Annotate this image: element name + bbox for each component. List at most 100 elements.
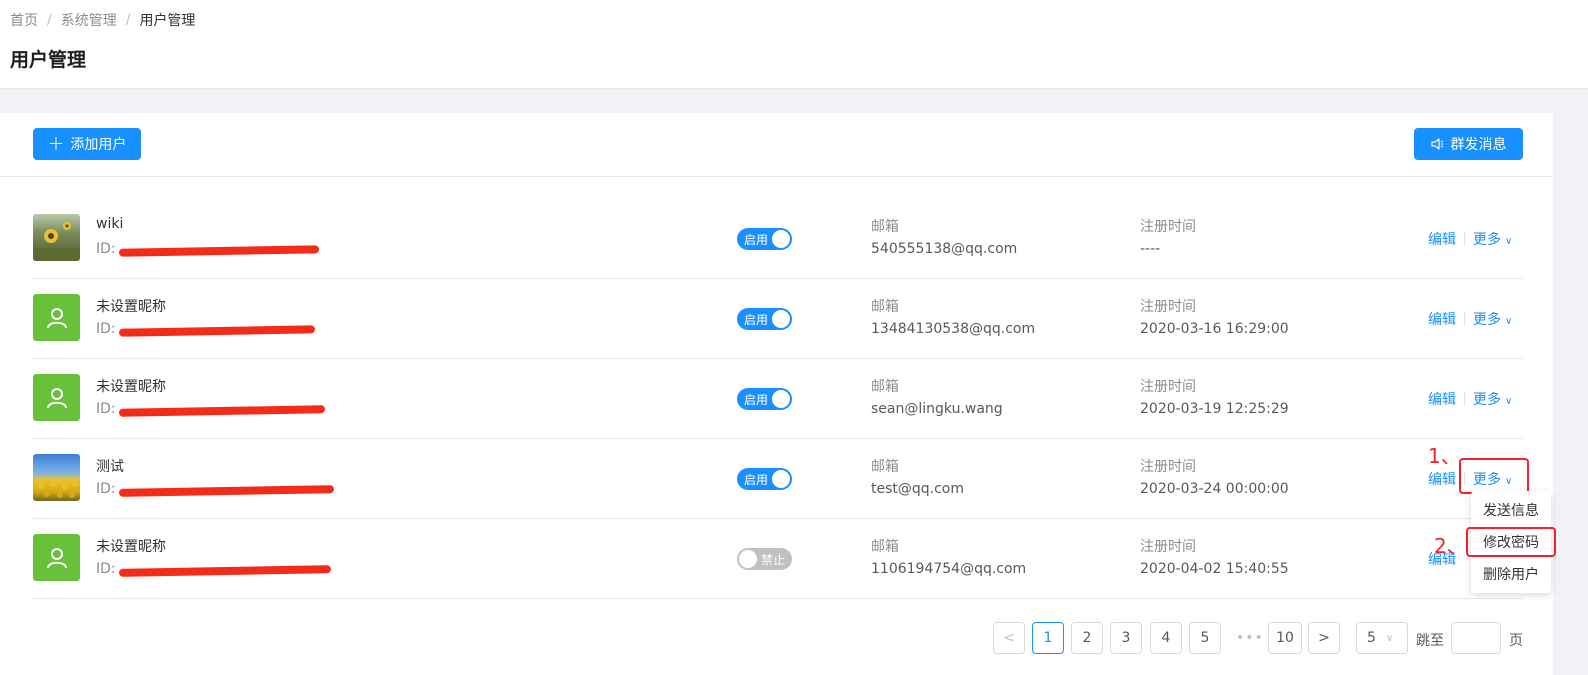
toggle-knob xyxy=(772,470,790,488)
breadcrumb-current: 用户管理 xyxy=(139,13,196,29)
email-value: 13484130538@qq.com xyxy=(871,321,1036,337)
more-link[interactable]: 更多 ∨ xyxy=(1473,309,1512,329)
menu-item-delete-user[interactable]: 删除用户 xyxy=(1471,559,1551,591)
user-name: 未设置昵称 xyxy=(96,379,166,395)
register-time-value: ---- xyxy=(1140,241,1161,257)
register-time-value: 2020-03-24 00:00:00 xyxy=(1140,481,1289,497)
status-text: 禁止 xyxy=(760,553,785,567)
annotation-highlight-change-password xyxy=(1466,527,1556,557)
chevron-down-icon: ∨ xyxy=(1505,396,1513,407)
register-time-label: 注册时间 xyxy=(1140,539,1196,555)
page-button[interactable]: 1 xyxy=(1032,622,1064,654)
add-user-button[interactable]: + 添加用户 xyxy=(33,128,141,160)
status-toggle[interactable]: 启用 xyxy=(737,388,792,410)
page-button[interactable]: 2 xyxy=(1071,622,1103,654)
pagination-ellipsis[interactable]: ••• xyxy=(1236,630,1264,646)
page-suffix-label: 页 xyxy=(1509,633,1523,649)
email-value: sean@lingku.wang xyxy=(871,401,1003,417)
row-actions: 编辑 更多 ∨ xyxy=(1428,389,1512,409)
sunflower-photo-icon xyxy=(33,222,80,261)
edit-link[interactable]: 编辑 xyxy=(1428,389,1456,409)
user-row: 未设置昵称 ID: 启用 邮箱 sean@lingku.wang 注册时间 20… xyxy=(33,359,1523,439)
prev-page-button[interactable]: < xyxy=(993,622,1025,654)
page-size-value: 5 xyxy=(1367,630,1376,646)
edit-link[interactable]: 编辑 xyxy=(1428,229,1456,249)
user-name: 未设置昵称 xyxy=(96,299,166,315)
user-name: 测试 xyxy=(96,459,124,475)
user-name: wiki xyxy=(96,216,124,232)
more-link[interactable]: 更多 ∨ xyxy=(1473,389,1512,409)
plus-icon: + xyxy=(47,131,65,155)
email-value: 1106194754@qq.com xyxy=(871,561,1027,577)
avatar xyxy=(33,214,80,261)
user-name: 未设置昵称 xyxy=(96,539,166,555)
jump-label: 跳至 xyxy=(1416,633,1444,649)
redaction-mark xyxy=(118,565,332,577)
toggle-knob xyxy=(772,310,790,328)
email-label: 邮箱 xyxy=(871,299,899,315)
user-icon xyxy=(46,307,67,328)
next-page-button[interactable]: > xyxy=(1308,622,1340,654)
page-size-select[interactable]: 5 ∨ xyxy=(1356,622,1408,654)
broadcast-button[interactable]: 群发消息 xyxy=(1414,128,1523,160)
user-icon xyxy=(46,547,67,568)
user-list: wiki ID: 启用 邮箱 540555138@qq.com 注册时间 ---… xyxy=(33,199,1523,599)
email-value: 540555138@qq.com xyxy=(871,241,1018,257)
redaction-mark xyxy=(118,325,316,337)
more-label: 更多 xyxy=(1473,392,1501,408)
page-button[interactable]: 3 xyxy=(1110,622,1142,654)
user-id: ID: xyxy=(96,321,116,337)
redaction-mark xyxy=(118,405,326,417)
jump-page-input[interactable] xyxy=(1451,622,1501,654)
edit-link[interactable]: 编辑 xyxy=(1428,469,1456,489)
user-row: wiki ID: 启用 邮箱 540555138@qq.com 注册时间 ---… xyxy=(33,199,1523,279)
user-row: 未设置昵称 ID: 启用 邮箱 13484130538@qq.com 注册时间 … xyxy=(33,279,1523,359)
status-text: 启用 xyxy=(744,313,769,327)
status-toggle[interactable]: 启用 xyxy=(737,308,792,330)
redaction-mark xyxy=(118,485,335,497)
user-icon xyxy=(46,387,67,408)
email-label: 邮箱 xyxy=(871,219,899,235)
user-row: 测试 ID: 启用 邮箱 test@qq.com 注册时间 2020-03-24… xyxy=(33,439,1523,519)
edit-link[interactable]: 编辑 xyxy=(1428,309,1456,329)
status-toggle[interactable]: 启用 xyxy=(737,468,792,490)
chevron-down-icon: ∨ xyxy=(1505,316,1513,327)
breadcrumb: 首页 / 系统管理 / 用户管理 xyxy=(10,10,195,30)
toggle-knob xyxy=(739,550,757,568)
breadcrumb-home[interactable]: 首页 xyxy=(10,10,38,30)
speaker-icon xyxy=(1430,138,1443,150)
status-toggle[interactable]: 启用 xyxy=(737,228,792,250)
register-time-value: 2020-03-16 16:29:00 xyxy=(1140,321,1289,337)
breadcrumb-system[interactable]: 系统管理 xyxy=(61,10,117,30)
page-button[interactable]: 5 xyxy=(1189,622,1221,654)
menu-item-send-message[interactable]: 发送信息 xyxy=(1471,495,1551,527)
register-time-value: 2020-03-19 12:25:29 xyxy=(1140,401,1289,417)
row-actions: 编辑 更多 ∨ xyxy=(1428,229,1512,249)
page-header: 首页 / 系统管理 / 用户管理 用户管理 xyxy=(0,0,1588,89)
user-id: ID: xyxy=(96,401,116,417)
register-time-label: 注册时间 xyxy=(1140,299,1196,315)
avatar xyxy=(33,534,80,581)
broadcast-label: 群发消息 xyxy=(1450,137,1507,153)
chevron-down-icon: ∨ xyxy=(1385,632,1394,644)
page-button[interactable]: 10 xyxy=(1268,622,1302,654)
more-label: 更多 xyxy=(1473,232,1501,248)
status-text: 启用 xyxy=(744,393,769,407)
divider xyxy=(1464,232,1465,246)
breadcrumb-separator: / xyxy=(125,12,131,28)
toggle-knob xyxy=(772,390,790,408)
avatar xyxy=(33,454,80,501)
add-user-label: 添加用户 xyxy=(70,137,127,153)
more-link[interactable]: 更多 ∨ xyxy=(1473,229,1512,249)
redaction-mark xyxy=(118,245,320,257)
chevron-down-icon: ∨ xyxy=(1505,236,1513,247)
user-id: ID: xyxy=(96,481,116,497)
page-button[interactable]: 4 xyxy=(1150,622,1182,654)
status-toggle[interactable]: 禁止 xyxy=(737,548,792,570)
register-time-value: 2020-04-02 15:40:55 xyxy=(1140,561,1289,577)
email-label: 邮箱 xyxy=(871,459,899,475)
user-id: ID: xyxy=(96,241,116,257)
register-time-label: 注册时间 xyxy=(1140,459,1196,475)
breadcrumb-separator: / xyxy=(47,12,52,28)
row-actions: 编辑 更多 ∨ xyxy=(1428,309,1512,329)
